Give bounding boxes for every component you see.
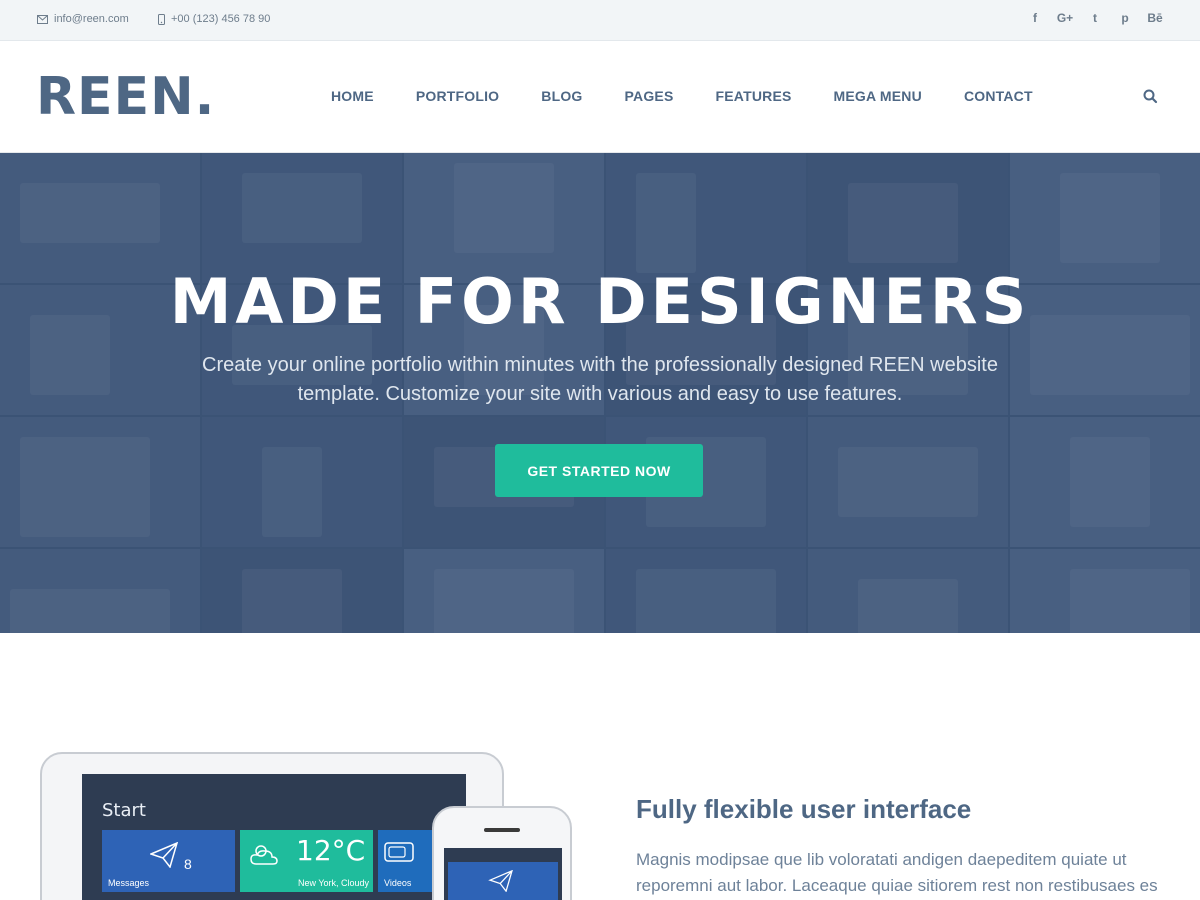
nav-portfolio[interactable]: PORTFOLIO <box>416 88 499 104</box>
nav-home[interactable]: HOME <box>331 88 374 104</box>
messages-tile: 8 Messages <box>102 830 235 892</box>
messages-count: 8 <box>184 856 192 872</box>
cloud-sun-icon <box>250 845 278 865</box>
hero-title: MADE FOR DESIGNERS <box>169 265 1031 338</box>
feature-description: Magnis modipsae que lib voloratati andig… <box>636 850 1158 895</box>
videos-label: Videos <box>384 878 412 888</box>
main-nav: HOME PORTFOLIO BLOG PAGES FEATURES MEGA … <box>310 88 1054 104</box>
mobile-phone-icon <box>158 13 165 25</box>
tv-icon <box>384 842 414 862</box>
hero-description: Create your online portfolio within minu… <box>202 354 998 405</box>
site-logo[interactable]: REEN. <box>36 67 215 127</box>
phone-text: +00 (123) 456 78 90 <box>171 13 271 25</box>
feature-title: Fully flexible user interface <box>636 794 972 824</box>
site-header: REEN. HOME PORTFOLIO BLOG PAGES FEATURES… <box>0 41 1200 153</box>
search-icon[interactable] <box>1142 88 1160 106</box>
hero-banner: MADE FOR DESIGNERS Create your online po… <box>0 153 1200 633</box>
start-label: Start <box>102 800 146 821</box>
nav-pages[interactable]: PAGES <box>625 88 674 104</box>
email-text: info@reen.com <box>54 13 129 25</box>
contact-phone[interactable]: +00 (123) 456 78 90 <box>158 13 270 25</box>
nav-features[interactable]: FEATURES <box>716 88 792 104</box>
weather-tile: 12°C New York, Cloudy <box>240 830 373 892</box>
tablet-screen: Start 8 Messages 12°C New York, Cloudy V… <box>82 774 466 900</box>
phone-speaker <box>484 828 520 832</box>
twitter-icon[interactable]: t <box>1080 11 1110 25</box>
behance-icon[interactable]: Bē <box>1140 11 1170 25</box>
envelope-icon <box>37 14 48 24</box>
top-bar: info@reen.com +00 (123) 456 78 90 f G+ t… <box>0 0 1200 41</box>
weather-location: New York, Cloudy <box>298 878 370 888</box>
google-plus-icon[interactable]: G+ <box>1050 11 1080 25</box>
get-started-button[interactable]: GET STARTED NOW <box>495 444 703 497</box>
facebook-icon[interactable]: f <box>1020 11 1050 25</box>
contact-email[interactable]: info@reen.com <box>37 13 129 25</box>
nav-mega-menu[interactable]: MEGA MENU <box>834 88 922 104</box>
nav-blog[interactable]: BLOG <box>541 88 582 104</box>
social-links: f G+ t p Bē <box>1020 11 1170 25</box>
messages-label: Messages <box>108 878 150 888</box>
phone-screen <box>444 848 562 900</box>
paper-plane-icon <box>150 842 178 868</box>
pinterest-icon[interactable]: p <box>1110 11 1140 25</box>
nav-contact[interactable]: CONTACT <box>964 88 1033 104</box>
phone-mockup <box>432 806 572 900</box>
weather-temperature: 12°C <box>296 834 366 867</box>
devices-illustration: Start 8 Messages 12°C New York, Cloudy V… <box>40 752 580 900</box>
phone-messages-tile <box>448 862 558 900</box>
paper-plane-icon <box>488 870 513 892</box>
